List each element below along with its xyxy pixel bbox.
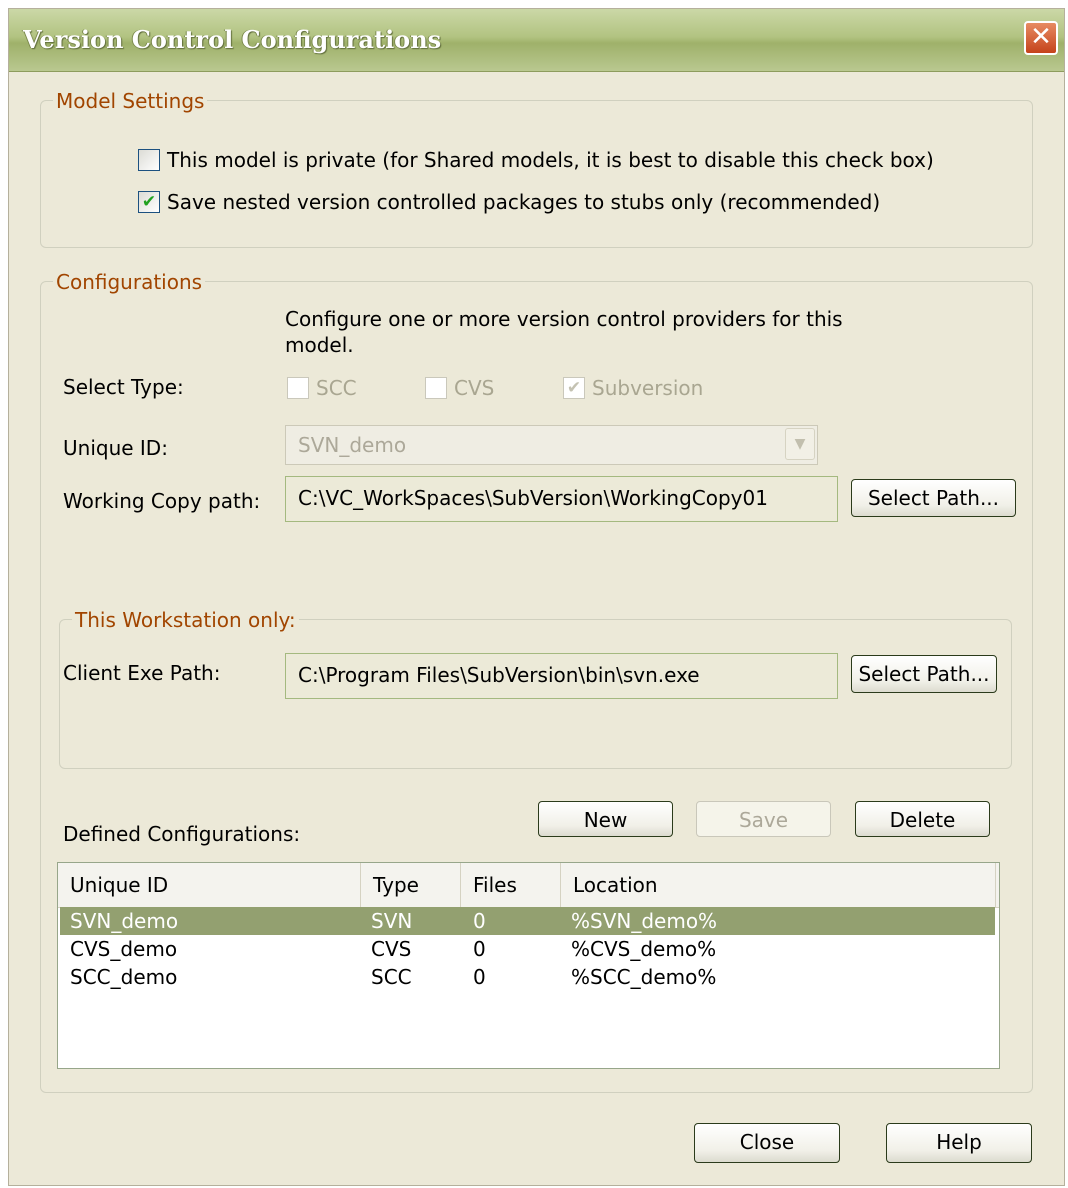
row-unique-id: SVN_demo: [70, 909, 179, 933]
column-header-type[interactable]: Type: [361, 863, 461, 907]
table-row[interactable]: SCC_demo SCC 0 %SCC_demo%: [60, 963, 995, 991]
help-button[interactable]: Help: [886, 1123, 1032, 1163]
table-row[interactable]: CVS_demo CVS 0 %CVS_demo%: [60, 935, 995, 963]
table-row[interactable]: SVN_demo SVN 0 %SVN_demo%: [60, 907, 995, 935]
configurations-description-1: Configure one or more version control pr…: [285, 307, 843, 331]
row-unique-id: CVS_demo: [70, 937, 178, 961]
model-settings-title: Model Settings: [53, 89, 208, 113]
column-header-unique-id[interactable]: Unique ID: [58, 863, 361, 907]
working-copy-path-field[interactable]: C:\VC_WorkSpaces\SubVersion\WorkingCopy0…: [285, 476, 838, 522]
save-button[interactable]: Save: [696, 801, 831, 837]
row-type: SVN: [371, 909, 413, 933]
unique-id-value: SVN_demo: [298, 433, 407, 457]
unique-id-label: Unique ID:: [63, 436, 168, 460]
column-header-location[interactable]: Location: [561, 863, 996, 907]
workstation-title: This Workstation only:: [72, 608, 299, 632]
type-cvs-checkbox[interactable]: [425, 377, 447, 399]
column-header-files[interactable]: Files: [461, 863, 561, 907]
title-bar[interactable]: Version Control Configurations ✕: [9, 9, 1064, 72]
private-model-checkbox[interactable]: [138, 149, 160, 171]
close-icon[interactable]: ✕: [1024, 21, 1058, 55]
list-header: Unique ID Type Files Location: [58, 863, 999, 908]
type-subversion-label: Subversion: [592, 376, 704, 400]
stubs-only-label: Save nested version controlled packages …: [167, 190, 881, 214]
delete-button[interactable]: Delete: [855, 801, 990, 837]
row-location: %SVN_demo%: [571, 909, 718, 933]
window-title: Version Control Configurations: [23, 25, 442, 54]
configurations-title: Configurations: [53, 270, 206, 294]
unique-id-dropdown[interactable]: SVN_demo ▼: [285, 425, 818, 465]
working-copy-select-path-button[interactable]: Select Path...: [851, 479, 1016, 517]
private-model-label: This model is private (for Shared models…: [167, 148, 934, 172]
client-exe-select-path-button[interactable]: Select Path...: [851, 655, 997, 693]
row-files: 0: [473, 965, 486, 989]
select-type-label: Select Type:: [63, 375, 184, 399]
row-location: %CVS_demo%: [571, 937, 717, 961]
row-type: SCC: [371, 965, 412, 989]
row-files: 0: [473, 909, 486, 933]
type-cvs-label: CVS: [454, 376, 495, 400]
close-button[interactable]: Close: [694, 1123, 840, 1163]
type-scc-label: SCC: [316, 376, 357, 400]
configurations-description-2: model.: [285, 333, 354, 357]
model-settings-group: [40, 100, 1033, 248]
working-copy-label: Working Copy path:: [63, 489, 261, 513]
client-exe-path-field[interactable]: C:\Program Files\SubVersion\bin\svn.exe: [285, 653, 838, 699]
stubs-only-checkbox[interactable]: ✔: [138, 191, 160, 213]
row-unique-id: SCC_demo: [70, 965, 178, 989]
new-button[interactable]: New: [538, 801, 673, 837]
configurations-list[interactable]: Unique ID Type Files Location SVN_demo S…: [57, 862, 1000, 1069]
row-location: %SCC_demo%: [571, 965, 717, 989]
client-exe-label: Client Exe Path:: [63, 661, 221, 685]
chevron-down-icon[interactable]: ▼: [785, 428, 815, 460]
defined-configurations-label: Defined Configurations:: [63, 822, 301, 846]
row-files: 0: [473, 937, 486, 961]
row-type: CVS: [371, 937, 412, 961]
dialog-window: Version Control Configurations ✕ Model S…: [8, 8, 1065, 1186]
type-subversion-checkbox[interactable]: ✔: [563, 377, 585, 399]
type-scc-checkbox[interactable]: [287, 377, 309, 399]
